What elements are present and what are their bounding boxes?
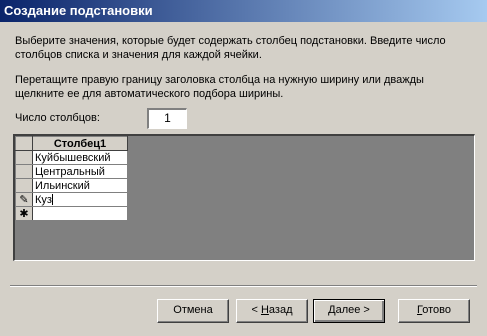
text-caret <box>51 194 53 206</box>
corner-cell[interactable] <box>15 136 33 151</box>
table-cell-new[interactable] <box>32 206 128 221</box>
values-grid: Столбец1 Куйбышевский Центральный Ильинс… <box>13 134 475 261</box>
back-label: азад <box>268 304 293 316</box>
column-count-label: Число столбцов: <box>15 112 100 124</box>
back-prefix: < <box>251 304 261 316</box>
instruction-line-3: Перетащите правую границу заголовка стол… <box>15 74 424 86</box>
table-cell-editing[interactable]: Куз <box>32 192 128 207</box>
next-hotkey: Д <box>328 304 336 316</box>
column-header[interactable]: Столбец1 <box>32 136 128 151</box>
table-row: Ильинский <box>15 178 128 193</box>
cancel-label: Отмена <box>173 304 213 316</box>
row-selector[interactable] <box>15 150 33 165</box>
column-count-input[interactable]: 1 <box>147 108 187 129</box>
finish-button[interactable]: Готово <box>398 299 470 323</box>
cell-text: Куз <box>35 193 52 206</box>
next-button[interactable]: Далее > <box>313 299 385 323</box>
new-record-icon[interactable]: ✱ <box>15 206 33 221</box>
back-button[interactable]: < Назад <box>236 299 308 323</box>
lookup-wizard-dialog: Создание подстановки Выберите значения, … <box>0 0 487 336</box>
table-cell[interactable]: Центральный <box>32 164 128 179</box>
values-table: Столбец1 Куйбышевский Центральный Ильинс… <box>15 136 128 221</box>
next-label: алее > <box>335 304 370 316</box>
separator <box>10 285 477 287</box>
table-row: Центральный <box>15 164 128 179</box>
table-row-new: ✱ <box>15 206 128 221</box>
window-title: Создание подстановки <box>4 3 153 18</box>
pencil-icon[interactable]: ✎ <box>15 192 33 207</box>
instruction-line-4: щелкните ее для автоматического подбора … <box>15 88 284 100</box>
back-hotkey: Н <box>260 304 269 316</box>
table-row: Куйбышевский <box>15 150 128 165</box>
row-selector[interactable] <box>15 164 33 179</box>
cancel-button[interactable]: Отмена <box>157 299 229 323</box>
row-selector[interactable] <box>15 178 33 193</box>
instruction-line-1: Выберите значения, которые будет содержа… <box>15 35 446 47</box>
table-header-row: Столбец1 <box>15 136 128 151</box>
finish-label: отово <box>422 304 451 316</box>
title-bar: Создание подстановки <box>0 0 487 22</box>
table-row-editing: ✎ Куз <box>15 192 128 207</box>
table-cell[interactable]: Куйбышевский <box>32 150 128 165</box>
instruction-line-2: столбцов списка и значения для каждой яч… <box>15 49 262 61</box>
table-cell[interactable]: Ильинский <box>32 178 128 193</box>
